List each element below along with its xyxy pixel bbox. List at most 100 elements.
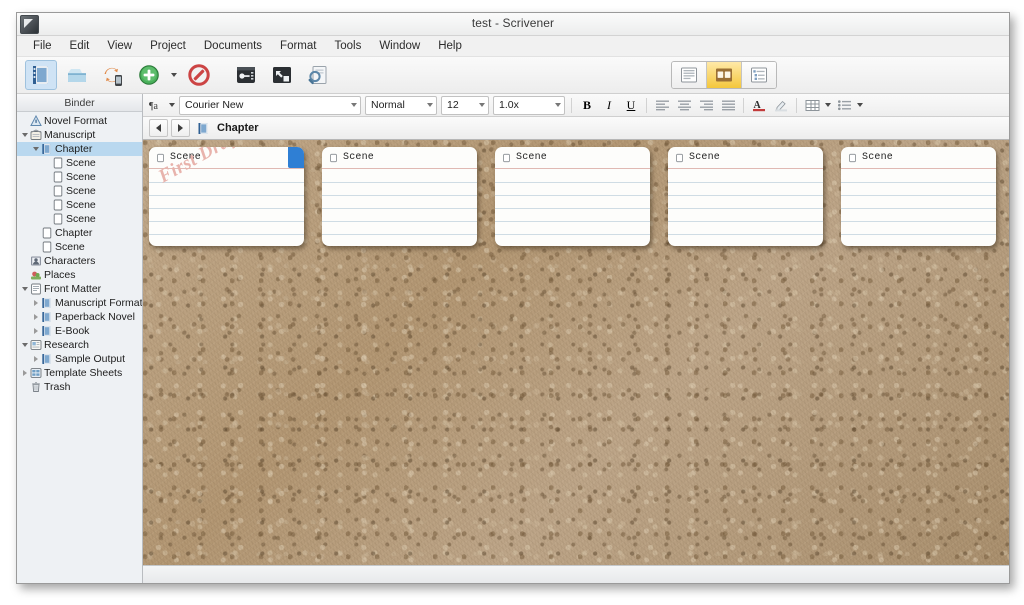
disclosure-triangle-icon[interactable] bbox=[31, 314, 40, 320]
binder-item-manuscript-format[interactable]: Manuscript Format bbox=[17, 296, 142, 310]
italic-button[interactable]: I bbox=[599, 95, 619, 115]
font-family-select[interactable]: Courier New bbox=[179, 96, 361, 115]
font-color-icon: A bbox=[752, 98, 767, 112]
binder-item-research[interactable]: Research bbox=[17, 338, 142, 352]
binder-item-trash[interactable]: Trash bbox=[17, 380, 142, 394]
bold-button[interactable]: B bbox=[577, 95, 597, 115]
binder-item-scene[interactable]: Scene bbox=[17, 170, 142, 184]
menu-help[interactable]: Help bbox=[430, 38, 470, 54]
binder-item-front-matter[interactable]: Front Matter bbox=[17, 282, 142, 296]
format-separator bbox=[571, 98, 572, 113]
line-spacing-select[interactable]: 1.0x bbox=[493, 96, 565, 115]
binder-item-places[interactable]: Places bbox=[17, 268, 142, 282]
index-card[interactable]: Scene bbox=[495, 147, 650, 246]
align-right-button[interactable] bbox=[696, 95, 716, 115]
folder-icon bbox=[40, 297, 53, 309]
paragraph-style-button[interactable]: ¶a bbox=[146, 95, 166, 115]
menu-view[interactable]: View bbox=[99, 38, 140, 54]
add-button[interactable] bbox=[133, 60, 165, 90]
binder-item-novel-format[interactable]: Novel Format bbox=[17, 114, 142, 128]
menu-project[interactable]: Project bbox=[142, 38, 194, 54]
align-justify-button[interactable] bbox=[718, 95, 738, 115]
menu-window[interactable]: Window bbox=[371, 38, 428, 54]
full-screen-button[interactable] bbox=[266, 60, 298, 90]
menu-tools[interactable]: Tools bbox=[326, 38, 369, 54]
view-mode-scrivenings[interactable] bbox=[672, 62, 707, 88]
binder-item-scene[interactable]: Scene bbox=[17, 198, 142, 212]
binder-item-scene[interactable]: Scene bbox=[17, 156, 142, 170]
document-icon bbox=[51, 157, 64, 169]
body-split: Binder Novel FormatManuscriptChapterScen… bbox=[17, 94, 1009, 583]
folder-icon bbox=[40, 353, 53, 365]
binder-toggle-button[interactable] bbox=[25, 60, 57, 90]
binder-item-paperback-novel[interactable]: Paperback Novel bbox=[17, 310, 142, 324]
align-center-button[interactable] bbox=[674, 95, 694, 115]
binder-item-manuscript[interactable]: Manuscript bbox=[17, 128, 142, 142]
list-button[interactable] bbox=[834, 95, 854, 115]
editor-column: ¶a Courier New Normal 12 1.0x bbox=[143, 94, 1009, 583]
index-card[interactable]: Scene bbox=[668, 147, 823, 246]
disclosure-triangle-icon[interactable] bbox=[31, 356, 40, 362]
search-button[interactable] bbox=[302, 60, 334, 90]
binder-tree[interactable]: Novel FormatManuscriptChapterSceneSceneS… bbox=[17, 112, 142, 583]
binder-item-sample-output[interactable]: Sample Output bbox=[17, 352, 142, 366]
add-dropdown-caret-icon[interactable] bbox=[171, 73, 177, 77]
corkboard[interactable]: SceneFirst DraftSceneSceneSceneScene bbox=[143, 140, 1009, 565]
keywords-button[interactable] bbox=[230, 60, 262, 90]
index-card[interactable]: Scene bbox=[841, 147, 996, 246]
binder-item-scene[interactable]: Scene bbox=[17, 212, 142, 226]
binder-item-chapter[interactable]: Chapter bbox=[17, 142, 142, 156]
exclude-button[interactable] bbox=[183, 60, 215, 90]
font-size-select[interactable]: 12 bbox=[441, 96, 489, 115]
folder-icon bbox=[41, 311, 53, 323]
card-rule bbox=[149, 182, 304, 183]
disclosure-triangle-icon[interactable] bbox=[20, 287, 29, 291]
collections-icon bbox=[65, 63, 89, 87]
index-card-lines bbox=[668, 169, 823, 246]
characters-icon bbox=[29, 255, 42, 267]
font-color-button[interactable]: A bbox=[749, 95, 769, 115]
document-view-icon bbox=[679, 66, 699, 84]
binder-item-e-book[interactable]: E-Book bbox=[17, 324, 142, 338]
paragraph-style-caret-icon[interactable] bbox=[169, 103, 175, 107]
back-button[interactable] bbox=[149, 119, 168, 137]
underline-button[interactable]: U bbox=[621, 95, 641, 115]
disclosure-triangle-icon[interactable] bbox=[31, 300, 40, 306]
table-button[interactable] bbox=[802, 95, 822, 115]
view-mode-outliner[interactable] bbox=[742, 62, 776, 88]
index-card-title: Scene bbox=[343, 152, 374, 163]
sync-button[interactable] bbox=[97, 60, 129, 90]
disclosure-triangle-icon[interactable] bbox=[20, 343, 29, 347]
table-icon bbox=[805, 99, 820, 112]
search-project-icon bbox=[306, 63, 330, 87]
binder-item-scene[interactable]: Scene bbox=[17, 240, 142, 254]
menu-file[interactable]: File bbox=[25, 38, 60, 54]
svg-text:¶a: ¶a bbox=[149, 101, 159, 112]
highlight-button[interactable] bbox=[771, 95, 791, 115]
index-card[interactable]: Scene bbox=[322, 147, 477, 246]
view-mode-corkboard[interactable] bbox=[707, 62, 742, 88]
collections-button[interactable] bbox=[61, 60, 93, 90]
align-right-icon bbox=[699, 99, 714, 111]
format-separator bbox=[796, 98, 797, 113]
disclosure-triangle-icon[interactable] bbox=[20, 133, 29, 137]
table-caret-icon[interactable] bbox=[825, 103, 831, 107]
binder-item-chapter[interactable]: Chapter bbox=[17, 226, 142, 240]
format-separator bbox=[743, 98, 744, 113]
menu-format[interactable]: Format bbox=[272, 38, 324, 54]
align-left-button[interactable] bbox=[652, 95, 672, 115]
disclosure-triangle-icon[interactable] bbox=[20, 370, 29, 376]
menu-documents[interactable]: Documents bbox=[196, 38, 270, 54]
binder-item-scene[interactable]: Scene bbox=[17, 184, 142, 198]
disclosure-triangle-icon[interactable] bbox=[31, 147, 40, 151]
index-card[interactable]: SceneFirst Draft bbox=[149, 147, 304, 246]
menu-edit[interactable]: Edit bbox=[62, 38, 98, 54]
list-caret-icon[interactable] bbox=[857, 103, 863, 107]
folder-icon bbox=[41, 297, 53, 309]
binder-item-template-sheets[interactable]: Template Sheets bbox=[17, 366, 142, 380]
disclosure-triangle-icon[interactable] bbox=[31, 328, 40, 334]
forward-button[interactable] bbox=[171, 119, 190, 137]
binder-item-characters[interactable]: Characters bbox=[17, 254, 142, 268]
binder-item-label: Chapter bbox=[53, 227, 92, 239]
font-style-select[interactable]: Normal bbox=[365, 96, 437, 115]
